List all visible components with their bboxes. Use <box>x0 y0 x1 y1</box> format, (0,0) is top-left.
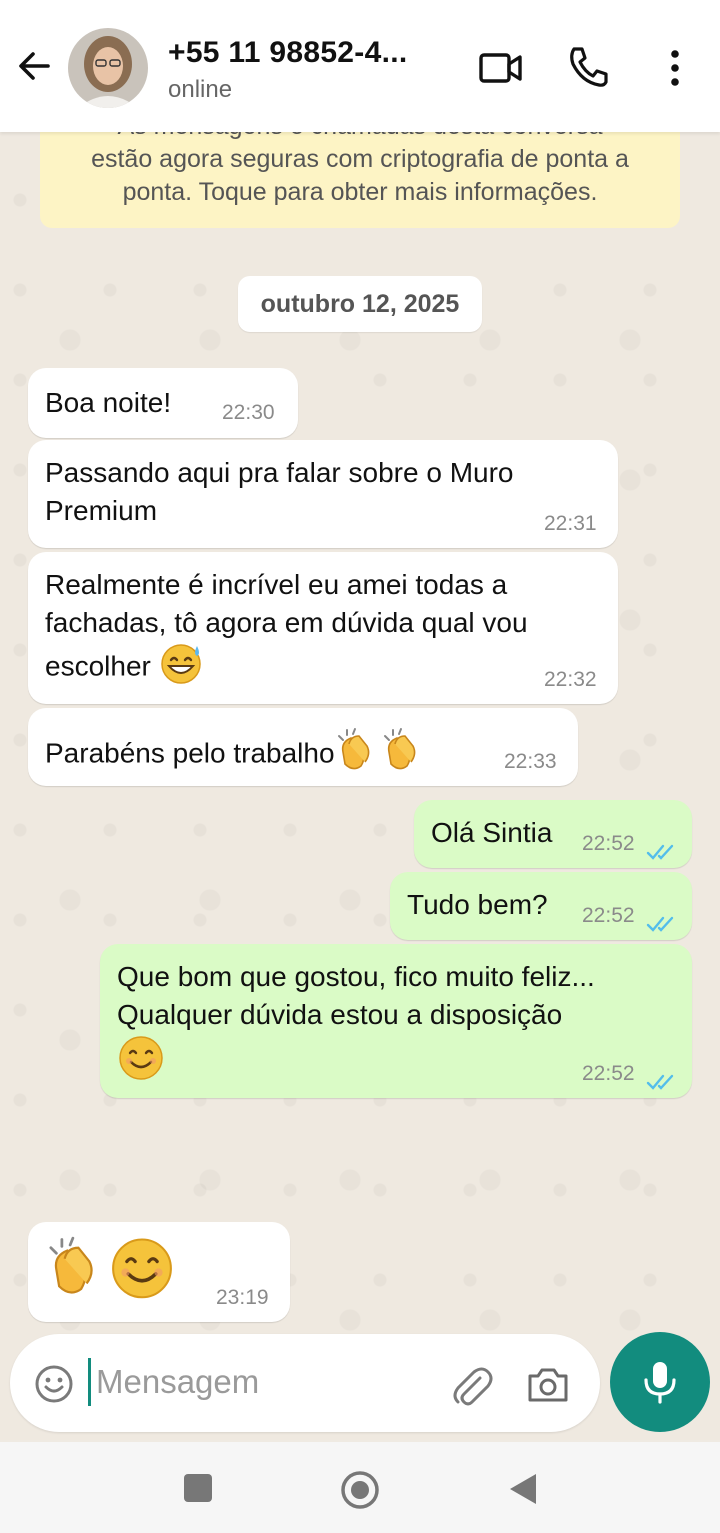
contact-avatar[interactable] <box>68 28 148 108</box>
incoming-message[interactable]: 23:19 <box>28 1222 290 1322</box>
read-ticks-icon <box>646 834 680 860</box>
outgoing-message[interactable]: Olá Sintia 22:52 <box>414 800 692 868</box>
smiling-face-emoji <box>117 1034 165 1090</box>
system-back-icon[interactable] <box>508 1472 538 1506</box>
message-time: 23:19 <box>216 1286 269 1309</box>
incoming-message[interactable]: Parabéns pelo trabalho 22:33 <box>28 708 578 786</box>
clapping-hands-emoji <box>45 1234 109 1310</box>
message-text: Passando aqui pra falar sobre o Muro <box>45 457 514 488</box>
message-time: 22:52 <box>582 832 635 855</box>
message-text: Premium <box>45 495 158 526</box>
date-separator: outubro 12, 2025 <box>238 276 482 332</box>
video-call-icon[interactable] <box>478 46 524 90</box>
incoming-message[interactable]: Boa noite! 22:30 <box>28 368 298 438</box>
chat-header: +55 11 98852-4... online <box>0 0 720 132</box>
message-time: 22:52 <box>582 1062 635 1085</box>
text-cursor <box>88 1358 91 1406</box>
read-ticks-icon <box>646 1064 680 1090</box>
contact-name[interactable]: +55 11 98852-4... <box>168 36 407 70</box>
contact-status: online <box>168 76 233 103</box>
system-navigation-bar <box>0 1442 720 1533</box>
microphone-button[interactable] <box>610 1332 710 1432</box>
home-icon[interactable] <box>340 1470 380 1510</box>
message-text: Olá Sintia <box>431 817 553 848</box>
incoming-message[interactable]: Passando aqui pra falar sobre o Muro Pre… <box>28 440 618 548</box>
message-time: 22:52 <box>582 904 635 927</box>
clapping-hands-emoji <box>335 726 381 784</box>
message-input[interactable] <box>96 1356 426 1408</box>
encryption-notice-line2: estão agora seguras com criptografia de … <box>91 145 629 173</box>
encryption-notice-line3: ponta. Toque para obter mais informações… <box>122 178 598 206</box>
smiling-face-emoji <box>109 1234 175 1310</box>
back-arrow-icon[interactable] <box>14 46 54 86</box>
message-time: 22:31 <box>544 512 597 535</box>
clapping-hands-emoji <box>381 726 427 784</box>
message-text: Parabéns pelo trabalho <box>45 737 335 769</box>
message-text: Realmente é incrível eu amei todas a <box>45 569 508 600</box>
message-text: Tudo bem? <box>407 889 548 920</box>
message-text: escolher <box>45 650 151 682</box>
more-vert-icon[interactable] <box>660 46 690 90</box>
message-text: Que bom que gostou, fico muito feliz... <box>117 961 595 992</box>
grinning-sweat-emoji <box>159 642 205 694</box>
read-ticks-icon <box>646 906 680 932</box>
recent-apps-icon[interactable] <box>184 1474 212 1502</box>
outgoing-message[interactable]: Que bom que gostou, fico muito feliz... … <box>100 944 692 1098</box>
incoming-message[interactable]: Realmente é incrível eu amei todas a fac… <box>28 552 618 704</box>
message-time: 22:33 <box>504 750 557 773</box>
phone-icon[interactable] <box>566 44 610 90</box>
paperclip-icon[interactable] <box>450 1364 494 1408</box>
message-time: 22:30 <box>222 401 275 424</box>
camera-icon[interactable] <box>526 1364 570 1404</box>
outgoing-message[interactable]: Tudo bem? 22:52 <box>390 872 692 940</box>
emoji-picker-icon[interactable] <box>34 1364 74 1404</box>
message-composer <box>10 1334 600 1432</box>
microphone-icon <box>644 1362 676 1404</box>
message-text: fachadas, tô agora em dúvida qual vou <box>45 607 528 638</box>
message-text: Qualquer dúvida estou a disposição <box>117 999 563 1030</box>
message-time: 22:32 <box>544 668 597 691</box>
